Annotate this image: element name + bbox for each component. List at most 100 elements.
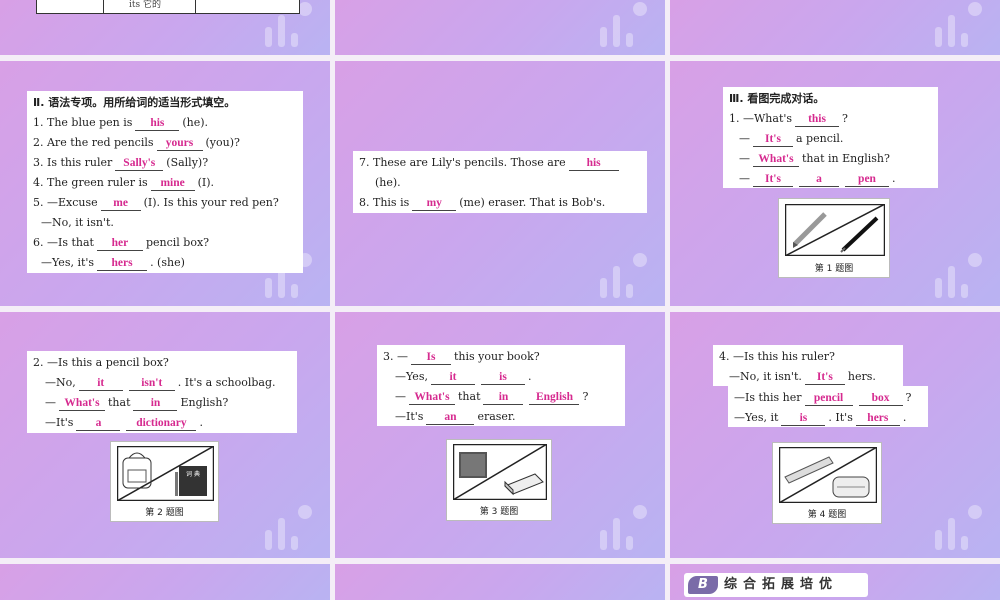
dialog-text: that [458, 390, 481, 403]
dialog-text: that in English? [802, 152, 890, 165]
dialog-text: English? [180, 396, 229, 409]
dialog-text: — [739, 132, 750, 145]
answer-blank: pencil [804, 391, 853, 406]
slide-top-middle [335, 0, 665, 55]
question-text: 3. Is this ruler [33, 156, 113, 169]
answer-blank: Is [411, 350, 451, 365]
question-text: pencil box? [145, 236, 210, 249]
figure-4: 第 4 题图 [772, 442, 882, 524]
question-5-reply: —No, it isn't. [41, 216, 114, 229]
question-text: 2. Are the red pencils [33, 136, 154, 149]
answer-blank: isn't [128, 376, 175, 391]
pencil-and-pen-illustration [785, 204, 885, 256]
dialog-text: — [395, 390, 406, 403]
answer-blank: it [78, 376, 123, 391]
book-and-eraser-illustration [453, 444, 547, 500]
dialog-text: —No, it isn't. [729, 370, 802, 383]
question-4: 4. The green ruler is mine (I). [33, 173, 297, 193]
table-divider [103, 0, 104, 13]
slide-decoration [930, 2, 990, 47]
answer-blank: in [483, 390, 524, 405]
dialog-text: 3. — [383, 350, 408, 363]
dialog-1-line-2: — It's a pencil. [729, 129, 932, 149]
dialog-text: —It's [45, 416, 74, 429]
question-7-cont: (he). [375, 176, 401, 189]
dialog-4-line-2: —No, it isn't. It's hers. [719, 367, 897, 387]
dialog-2-line-1: 2. —Is this a pencil box? [33, 356, 169, 369]
question-text: 4. The green ruler is [33, 176, 148, 189]
slide-decoration [930, 505, 990, 550]
question-5: 5. —Excuse me (I). Is this your red pen? [33, 193, 297, 213]
section-b-badge: B [688, 576, 718, 594]
dialog-text: . [892, 172, 896, 185]
answer-blank: It's [804, 370, 845, 385]
figure-2: 词 典 第 2 题图 [110, 441, 219, 522]
dialog-1-line-1: 1. —What's this? [729, 109, 932, 129]
answer-blank: dictionary [126, 416, 197, 431]
dialog-text: a pencil. [796, 132, 844, 145]
section-b-title: 综合拓展培优 [724, 577, 839, 592]
answer-blank: a [76, 416, 121, 431]
answer-blank: is [781, 411, 826, 426]
dialog-2-line-2: —No, it isn't. It's a schoolbag. [33, 373, 291, 393]
answer-blank: in [133, 396, 178, 411]
question-text: 7. These are Lily's pencils. Those are [359, 156, 566, 169]
dialog-2-box: 2. —Is this a pencil box? —No, it isn't. I… [27, 351, 297, 433]
dialog-text: ? [842, 112, 848, 125]
dialog-2-line-3: — What's that in English? [33, 393, 291, 413]
question-text: 8. This is [359, 196, 410, 209]
answer-blank: It's [753, 132, 793, 147]
answer-blank: it [430, 370, 475, 385]
dialog-text: —Yes, it [734, 411, 779, 424]
grammar-exercise-box: Ⅱ. 语法专项。用所给词的适当形式填空。 1. The blue pen is h… [27, 91, 303, 273]
slide-bottom-left [0, 564, 330, 600]
question-text: (I). [197, 176, 215, 189]
question-8: 8. This is my (me) eraser. That is Bob's. [359, 193, 641, 213]
dialog-3-line-3: — What's that in English? [383, 387, 619, 407]
question-text: . (she) [150, 256, 185, 269]
slide-decoration [595, 2, 655, 47]
dialog-2-line-4: —It's a dictionary. [33, 413, 291, 433]
schoolbag-and-dictionary-illustration: 词 典 [117, 446, 214, 501]
answer-blank: hers [97, 256, 148, 271]
dialog-text: . It's a schoolbag. [177, 376, 276, 389]
book-icon [459, 452, 487, 478]
slide-decoration [595, 505, 655, 550]
answer-blank: pen [845, 172, 889, 187]
dialog-1-box: Ⅲ. 看图完成对话。 1. —What's this? — It's a pencil… [723, 87, 938, 188]
question-7: 7. These are Lily's pencils. Those are hi… [359, 153, 641, 173]
dialog-text: —It's [395, 410, 424, 423]
dictionary-icon: 词 典 [175, 466, 207, 496]
answer-blank: It's [753, 172, 793, 187]
answer-blank: me [100, 196, 141, 211]
dialog-3-line-1: 3. — Is this your book? [383, 347, 619, 367]
dialog-3-line-4: —It's an eraser. [383, 407, 619, 427]
slide-top-right [670, 0, 1000, 55]
section-b-banner: B 综合拓展培优 [684, 573, 868, 597]
dialog-text: . [527, 370, 532, 383]
answer-blank: an [426, 410, 475, 425]
answer-blank: his [568, 156, 619, 171]
vocab-table-fragment: its 它的 [36, 0, 300, 14]
table-divider [195, 0, 196, 13]
dialog-4-box-a: 4. —Is this his ruler? —No, it isn't. It'… [713, 345, 903, 386]
slide-decoration [595, 253, 655, 298]
ruler-and-pencil-box-illustration [779, 447, 877, 503]
question-text: (he). [182, 116, 209, 129]
dialog-text: . [902, 411, 907, 424]
dialog-text: hers. [847, 370, 876, 383]
question-text: (Sally)? [166, 156, 209, 169]
dialog-text: 1. —What's [729, 112, 793, 125]
question-text: 1. The blue pen is [33, 116, 133, 129]
question-text: 5. —Excuse [33, 196, 98, 209]
dialog-3-line-2: —Yes, it is. [383, 367, 619, 387]
answer-blank: this [795, 112, 840, 127]
question-text: (I). Is this your red pen? [143, 196, 279, 209]
figure-3: 第 3 题图 [446, 439, 552, 521]
dialog-text: eraser. [477, 410, 516, 423]
dictionary-label: 词 典 [186, 470, 200, 478]
dialog-text: that [108, 396, 131, 409]
section-title: Ⅲ. 看图完成对话。 [729, 92, 825, 105]
figure-1: 第 1 题图 [778, 198, 890, 278]
question-text: (me) eraser. That is Bob's. [459, 196, 606, 209]
